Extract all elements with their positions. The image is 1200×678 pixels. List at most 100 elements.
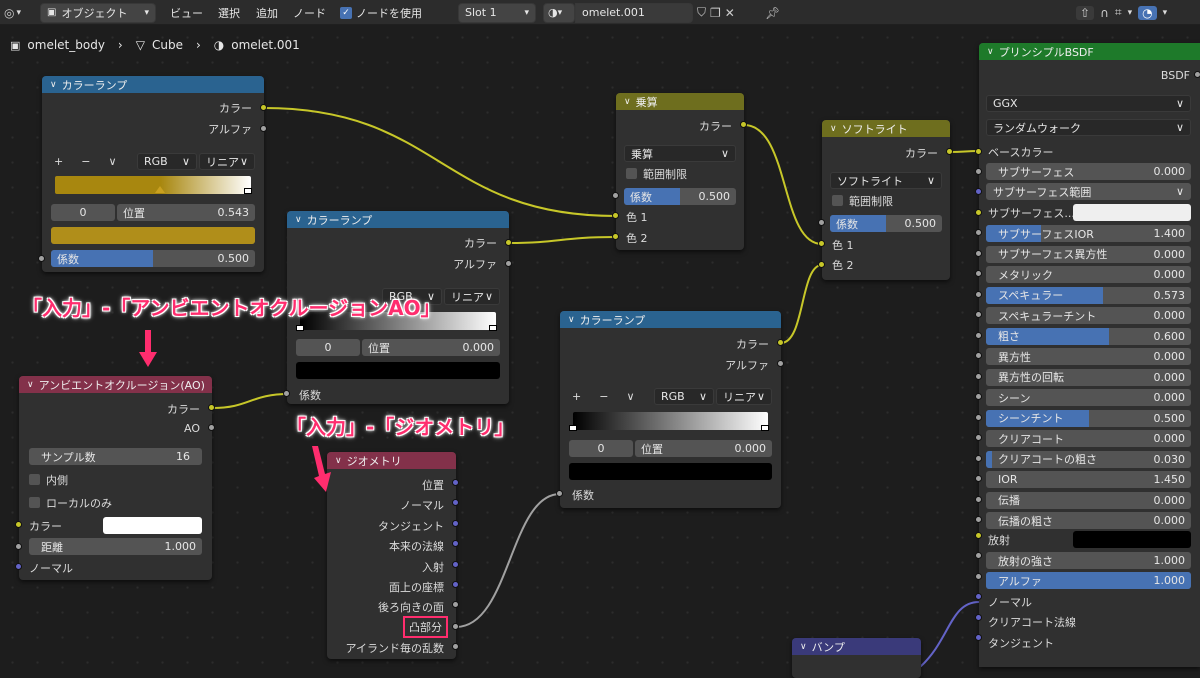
- bsdf-slider[interactable]: サブサーフェス異方性 0.000: [986, 245, 1191, 263]
- interpolation-dropdown[interactable]: リニア ∨: [716, 388, 772, 405]
- subsurface-slider[interactable]: サブサーフェス 0.000: [986, 163, 1191, 180]
- bsdf-slider[interactable]: クリアコート 0.000: [986, 430, 1191, 447]
- stop-position-field[interactable]: 位置 0.543: [117, 204, 255, 221]
- distance-field[interactable]: 距離 1.000: [29, 538, 202, 555]
- bsdf-input-socket[interactable]: [975, 372, 982, 380]
- node-header[interactable]: ∨ プリンシプルBSDF: [979, 43, 1200, 60]
- subsurface-radius-dropdown[interactable]: サブサーフェス範囲 ∨: [986, 183, 1191, 200]
- input-fac-socket[interactable]: [38, 255, 45, 262]
- bsdf-input-socket[interactable]: [975, 454, 982, 462]
- bsdf-input-socket[interactable]: [975, 593, 982, 600]
- only-local-checkbox[interactable]: ローカルのみ: [29, 494, 112, 511]
- node-header[interactable]: ∨ バンプ: [792, 638, 921, 655]
- input-fac-socket[interactable]: [556, 490, 563, 497]
- bsdf-input-socket[interactable]: [975, 352, 982, 359]
- bsdf-input-socket[interactable]: [975, 434, 982, 441]
- stop-index-field[interactable]: 0: [51, 204, 115, 221]
- output-color-socket[interactable]: [740, 121, 747, 128]
- add-stop-button[interactable]: +: [572, 390, 581, 403]
- node-color-ramp-3[interactable]: ∨ カラーランプ カラー アルファ + − ∨ RGB ∨ リニア ∨ 0 位置 0.0…: [560, 311, 781, 508]
- output-position-socket[interactable]: [452, 479, 459, 486]
- node-header[interactable]: ∨ ジオメトリ: [327, 452, 456, 469]
- ramp-stop-marker[interactable]: [155, 186, 165, 193]
- output-bsdf-socket[interactable]: [1194, 71, 1200, 78]
- output-color-socket[interactable]: [946, 148, 953, 155]
- output-pointiness-socket[interactable]: [452, 623, 459, 630]
- emission-color-swatch[interactable]: [1073, 531, 1191, 548]
- bsdf-input-socket[interactable]: [975, 311, 982, 318]
- blend-type-dropdown[interactable]: 乗算 ∨: [624, 145, 736, 162]
- fac-slider[interactable]: 係数 0.500: [830, 215, 942, 232]
- remove-stop-button[interactable]: −: [81, 155, 90, 168]
- remove-stop-button[interactable]: −: [599, 390, 608, 403]
- bsdf-input-socket[interactable]: [975, 495, 982, 503]
- snap-icon[interactable]: ∩: [1100, 6, 1109, 20]
- clamp-checkbox[interactable]: 範囲制限: [626, 165, 687, 182]
- bsdf-input-socket[interactable]: [975, 229, 982, 236]
- node-mix-softlight[interactable]: ∨ ソフトライト カラー ソフトライト ∨ 範囲制限 係数 0.500 色 1 色 2: [822, 120, 950, 280]
- bsdf-slider[interactable]: 異方性の回転 0.000: [986, 368, 1191, 386]
- output-ao-socket[interactable]: [208, 424, 215, 431]
- output-backfacing-socket[interactable]: [452, 601, 459, 608]
- inside-checkbox[interactable]: 内側: [29, 471, 68, 488]
- input-normal-socket[interactable]: [15, 563, 22, 570]
- input-color2-socket[interactable]: [818, 261, 825, 268]
- bsdf-input-socket[interactable]: [975, 270, 982, 277]
- bsdf-slider[interactable]: シーンチント 0.500: [986, 409, 1191, 427]
- pin-icon[interactable]: 📌︎: [765, 6, 780, 20]
- node-principled-bsdf[interactable]: ∨ プリンシプルBSDF BSDF GGX ∨ ランダムウォーク ∨ ベースカラー サ…: [979, 43, 1200, 667]
- ramp-stop-marker[interactable]: [761, 425, 769, 431]
- menu-add[interactable]: 追加: [256, 2, 278, 23]
- ramp-stop-marker[interactable]: [244, 188, 252, 194]
- bsdf-input-socket[interactable]: [975, 413, 982, 421]
- node-geometry[interactable]: ∨ ジオメトリ 位置 ノーマル タンジェント 本来の法線 入射 面上の座標 後ろ向…: [327, 452, 456, 659]
- input-color-socket[interactable]: [15, 521, 22, 528]
- output-normal-socket[interactable]: [452, 499, 459, 506]
- alpha-slider[interactable]: アルファ 1.000: [986, 572, 1191, 589]
- output-tangent-socket[interactable]: [452, 520, 459, 527]
- material-name-field[interactable]: omelet.001: [575, 2, 693, 23]
- input-color1-socket[interactable]: [818, 240, 825, 247]
- node-header[interactable]: ∨ カラーランプ: [42, 76, 264, 93]
- interpolation-dropdown[interactable]: リニア ∨: [199, 153, 255, 170]
- output-color-socket[interactable]: [260, 104, 267, 111]
- close-icon[interactable]: ✕: [725, 6, 735, 20]
- bsdf-slider[interactable]: スペキュラーチント 0.000: [986, 307, 1191, 324]
- bsdf-slider[interactable]: サブサーフェスIOR 1.400: [986, 225, 1191, 242]
- distribution-dropdown[interactable]: GGX ∨: [986, 95, 1191, 112]
- output-alpha-socket[interactable]: [260, 125, 267, 132]
- bsdf-input-socket[interactable]: [975, 188, 982, 195]
- output-color-socket[interactable]: [208, 404, 215, 411]
- parent-node-tree-icon[interactable]: ⇧: [1076, 5, 1095, 20]
- bsdf-input-socket[interactable]: [975, 614, 982, 621]
- bsdf-slider[interactable]: IOR 1.450: [986, 471, 1191, 488]
- bsdf-input-socket[interactable]: [975, 532, 982, 539]
- clamp-checkbox[interactable]: 範囲制限: [832, 192, 893, 209]
- bsdf-input-socket[interactable]: [975, 290, 982, 298]
- bsdf-slider[interactable]: 異方性 0.000: [986, 348, 1191, 365]
- subsurface-color-swatch[interactable]: [1073, 204, 1191, 221]
- input-color2-socket[interactable]: [612, 233, 619, 240]
- bsdf-input-socket[interactable]: [975, 393, 982, 400]
- material-browse-button[interactable]: ◑ ▾: [543, 2, 575, 23]
- node-bump[interactable]: ∨ バンプ: [792, 638, 921, 678]
- slot-dropdown[interactable]: Slot 1 ▾: [458, 2, 536, 23]
- bsdf-input-socket[interactable]: [975, 209, 982, 216]
- ramp-stop-marker[interactable]: [569, 425, 577, 431]
- use-nodes-toggle[interactable]: ✓ ノードを使用: [340, 2, 422, 23]
- node-header[interactable]: ∨ カラーランプ: [560, 311, 781, 328]
- bsdf-input-socket[interactable]: [975, 516, 982, 523]
- object-mode-dropdown[interactable]: ▣ オブジェクト ▾: [40, 2, 156, 23]
- stop-position-field[interactable]: 位置 0.000: [362, 339, 500, 356]
- color-mode-dropdown[interactable]: RGB ∨: [654, 388, 714, 405]
- output-color-socket[interactable]: [777, 339, 784, 346]
- node-color-ramp-1[interactable]: ∨ カラーランプ カラー アルファ + − ∨ RGB ∨ リニア ∨ 0 位置 0.5…: [42, 76, 264, 272]
- bsdf-input-socket[interactable]: [975, 148, 982, 155]
- output-random-per-island-socket[interactable]: [452, 643, 459, 650]
- input-fac-socket[interactable]: [612, 192, 619, 199]
- bsdf-slider[interactable]: 伝播の粗さ 0.000: [986, 512, 1191, 529]
- chevron-down-icon[interactable]: ∨: [108, 155, 116, 168]
- bsdf-slider[interactable]: メタリック 0.000: [986, 266, 1191, 283]
- stop-color-swatch[interactable]: [51, 227, 255, 244]
- output-alpha-socket[interactable]: [505, 260, 512, 267]
